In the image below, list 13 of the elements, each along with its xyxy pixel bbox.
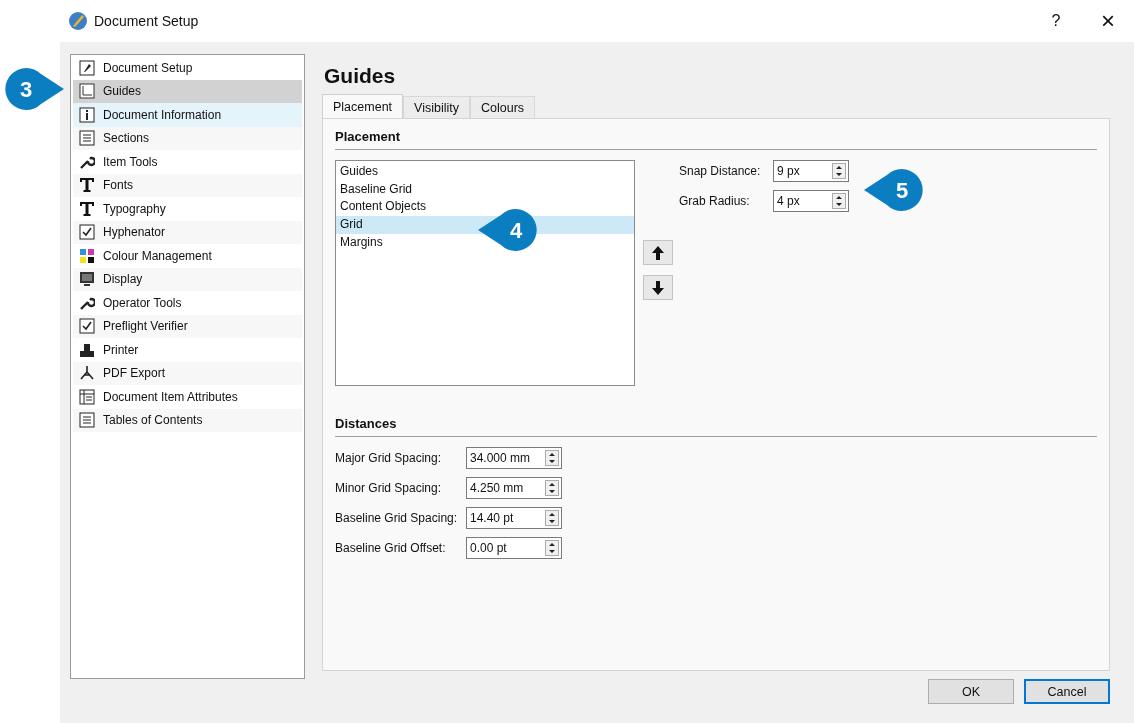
page-heading: Guides (324, 64, 397, 88)
field-label: Baseline Grid Offset: (335, 541, 447, 555)
window-title: Document Setup (94, 13, 199, 29)
field-label: Baseline Grid Spacing: (335, 511, 459, 525)
section-title: Distances (335, 416, 398, 431)
callout-tooltip: 4 (476, 208, 540, 252)
field-label: Major Grid Spacing: (335, 451, 443, 465)
field-label: Grab Radius: (679, 194, 751, 208)
field-label: Snap Distance: (679, 164, 762, 178)
callout-tooltip: 5 (862, 168, 926, 212)
callout-tooltip: 3 (2, 67, 66, 111)
field-label: Minor Grid Spacing: (335, 481, 443, 495)
section-title: Placement (335, 129, 402, 144)
